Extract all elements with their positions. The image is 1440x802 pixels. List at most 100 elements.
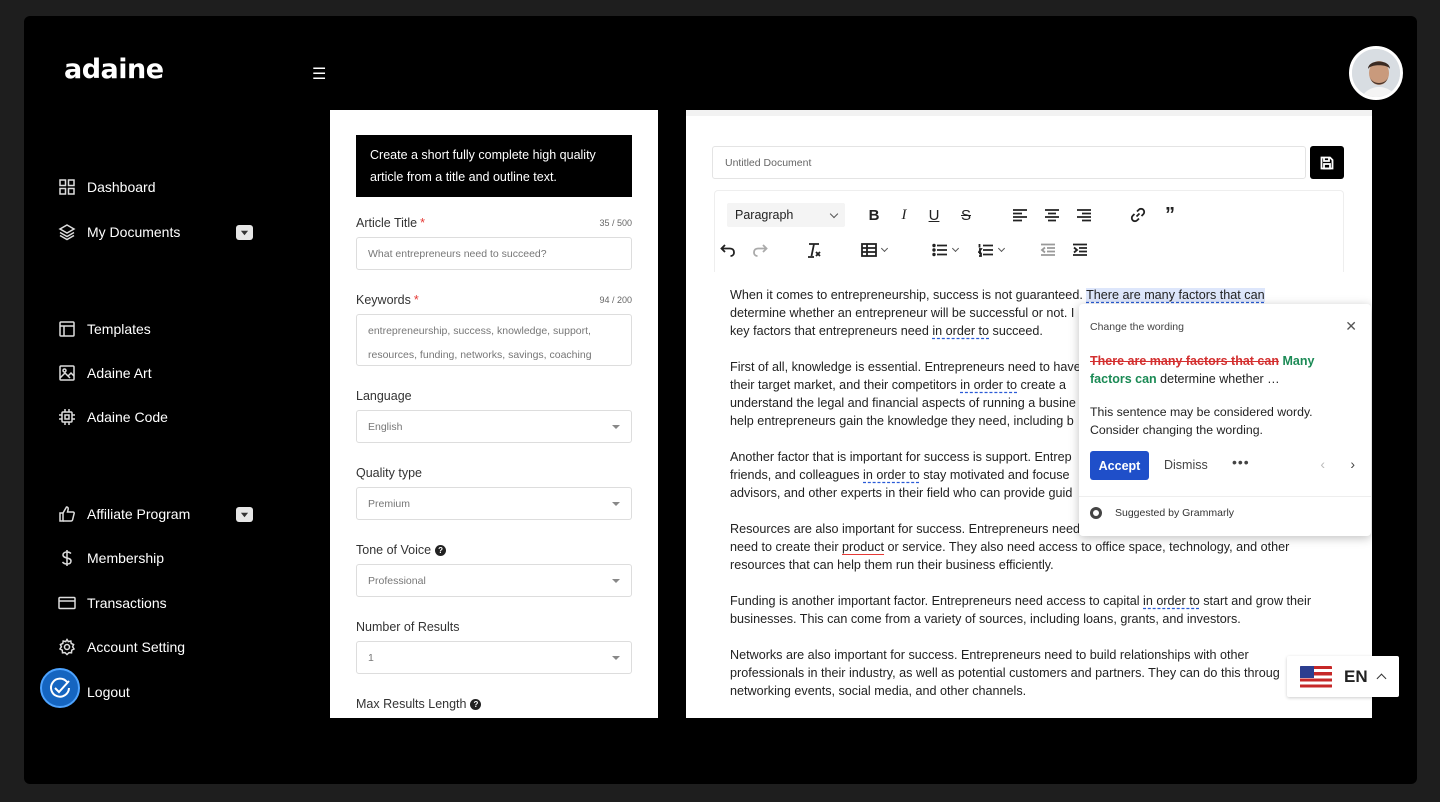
grammar-suggestion[interactable]: There are many factors that can (1086, 288, 1265, 302)
select-value: 1 (368, 651, 374, 664)
grammar-suggestion[interactable]: in order to (863, 468, 920, 482)
caret-down-icon (612, 655, 620, 660)
sidebar-item-dashboard[interactable]: Dashboard (58, 178, 253, 196)
image-icon (58, 364, 76, 382)
quality-field: Quality type Premium (356, 466, 632, 520)
spelling-suggestion[interactable]: product (842, 540, 884, 554)
inserted-text: factors can (1090, 372, 1157, 386)
help-icon[interactable]: ? (435, 544, 447, 556)
align-right-button[interactable] (1075, 204, 1093, 226)
underline-button[interactable]: U (925, 204, 943, 226)
bulleted-list-button[interactable] (925, 239, 965, 261)
text-span: resources that can help them run their b… (730, 558, 1054, 572)
text-span: networking events, social media, and oth… (730, 684, 1027, 698)
tone-select[interactable]: Professional (356, 564, 632, 597)
field-label: Quality type (356, 466, 423, 480)
template-icon (58, 320, 76, 338)
outdent-button[interactable] (1039, 239, 1057, 261)
bold-button[interactable]: B (865, 204, 883, 226)
caret-down-icon (612, 578, 620, 583)
suggestion-title: Change the wording (1090, 321, 1184, 333)
select-value: English (368, 420, 403, 433)
sidebar-item-membership[interactable]: Membership (58, 549, 253, 567)
close-icon[interactable]: ✕ (1345, 318, 1357, 335)
text-span: businesses. This can come from a variety… (730, 612, 1241, 626)
us-flag-icon (1300, 665, 1332, 688)
field-label: Keywords (356, 293, 411, 307)
sidebar-item-transactions[interactable]: Transactions (58, 594, 253, 612)
dismiss-button[interactable]: Dismiss (1164, 458, 1208, 472)
text-span: create a (1017, 378, 1067, 392)
dashboard-icon (58, 178, 76, 196)
removed-text: There are many factors that can (1090, 354, 1279, 368)
text-span: help entrepreneurs gain the knowledge th… (730, 414, 1074, 428)
grammar-suggestion[interactable]: in order to (932, 324, 989, 338)
chevron-down-icon[interactable] (236, 506, 253, 522)
layers-icon (58, 223, 76, 241)
chevron-down-icon (951, 244, 960, 253)
previous-suggestion-icon[interactable]: ‹ (1320, 456, 1325, 472)
sidebar-item-adaine-art[interactable]: Adaine Art (58, 364, 253, 382)
text-span: their target market, and their competito… (730, 378, 961, 392)
field-label: Language (356, 389, 412, 403)
strikethrough-button[interactable]: S (957, 204, 975, 226)
sidebar-item-label: Dashboard (87, 179, 156, 195)
sidebar-item-label: Adaine Art (87, 365, 152, 381)
sidebar-item-my-documents[interactable]: My Documents (58, 223, 253, 241)
save-icon (1320, 156, 1334, 169)
paragraph: Networks are also important for success.… (730, 646, 1330, 700)
redo-icon (753, 244, 768, 257)
italic-button[interactable]: I (895, 204, 913, 226)
article-title-input[interactable]: What entrepreneurs need to succeed? (356, 237, 632, 270)
save-button[interactable] (1310, 146, 1344, 179)
accept-button[interactable]: Accept (1090, 451, 1149, 480)
article-form-panel: Create a short fully complete high quali… (330, 110, 658, 718)
select-value: Premium (368, 497, 411, 510)
accessibility-icon[interactable] (40, 668, 80, 708)
align-center-button[interactable] (1043, 204, 1061, 226)
numbered-list-button[interactable] (971, 239, 1011, 261)
keywords-field: Keywords * 94 / 200 entrepreneurship, succ… (356, 293, 632, 366)
quality-select[interactable]: Premium (356, 487, 632, 520)
undo-button[interactable] (719, 239, 737, 261)
clear-format-button[interactable] (805, 239, 823, 261)
redo-button[interactable] (751, 239, 769, 261)
sidebar-item-templates[interactable]: Templates (58, 320, 253, 338)
thumbs-up-icon (58, 505, 76, 523)
blockquote-button[interactable]: ” (1161, 204, 1179, 226)
table-button[interactable] (857, 239, 891, 261)
paragraph-style-select[interactable]: Paragraph (727, 203, 845, 227)
language-switcher[interactable]: EN (1287, 656, 1399, 697)
next-suggestion-icon[interactable]: › (1350, 456, 1355, 472)
align-center-icon (1045, 209, 1059, 222)
menu-toggle-icon[interactable]: ☰ (312, 64, 326, 84)
chevron-down-icon (829, 209, 839, 218)
editor-toolbar: Paragraph B I U S ” (714, 190, 1344, 272)
indent-button[interactable] (1071, 239, 1089, 261)
grammar-suggestion[interactable]: in order to (1143, 594, 1200, 608)
app-logo[interactable]: adaine (64, 54, 164, 85)
tone-field: Tone of Voice? Professional (356, 543, 632, 597)
sidebar-item-affiliate-program[interactable]: Affiliate Program (58, 505, 253, 523)
link-button[interactable] (1129, 204, 1147, 226)
more-options-icon[interactable]: ••• (1232, 454, 1250, 470)
text-span: professionals in their industry, as well… (730, 666, 1280, 680)
indent-icon (1073, 243, 1087, 256)
align-left-button[interactable] (1011, 204, 1029, 226)
user-avatar[interactable] (1349, 46, 1403, 100)
results-select[interactable]: 1 (356, 641, 632, 674)
grammar-suggestion[interactable]: in order to (960, 378, 1017, 392)
sidebar-item-logout[interactable]: Logout (58, 683, 253, 701)
field-label: Article Title (356, 216, 418, 230)
text-span: start and grow their (1199, 594, 1312, 608)
document-title-input[interactable]: Untitled Document (712, 146, 1306, 179)
sidebar-item-account-setting[interactable]: Account Setting (58, 638, 253, 656)
text-span: First of all, knowledge is essential. En… (730, 360, 1081, 374)
text-span: stay motivated and focuse (919, 468, 1070, 482)
keywords-textarea[interactable]: entrepreneurship, success, knowledge, su… (356, 314, 632, 366)
sidebar-item-adaine-code[interactable]: Adaine Code (58, 408, 253, 426)
language-select[interactable]: English (356, 410, 632, 443)
help-icon[interactable]: ? (470, 698, 482, 710)
outdent-icon (1040, 243, 1055, 256)
chevron-down-icon[interactable] (236, 224, 253, 240)
